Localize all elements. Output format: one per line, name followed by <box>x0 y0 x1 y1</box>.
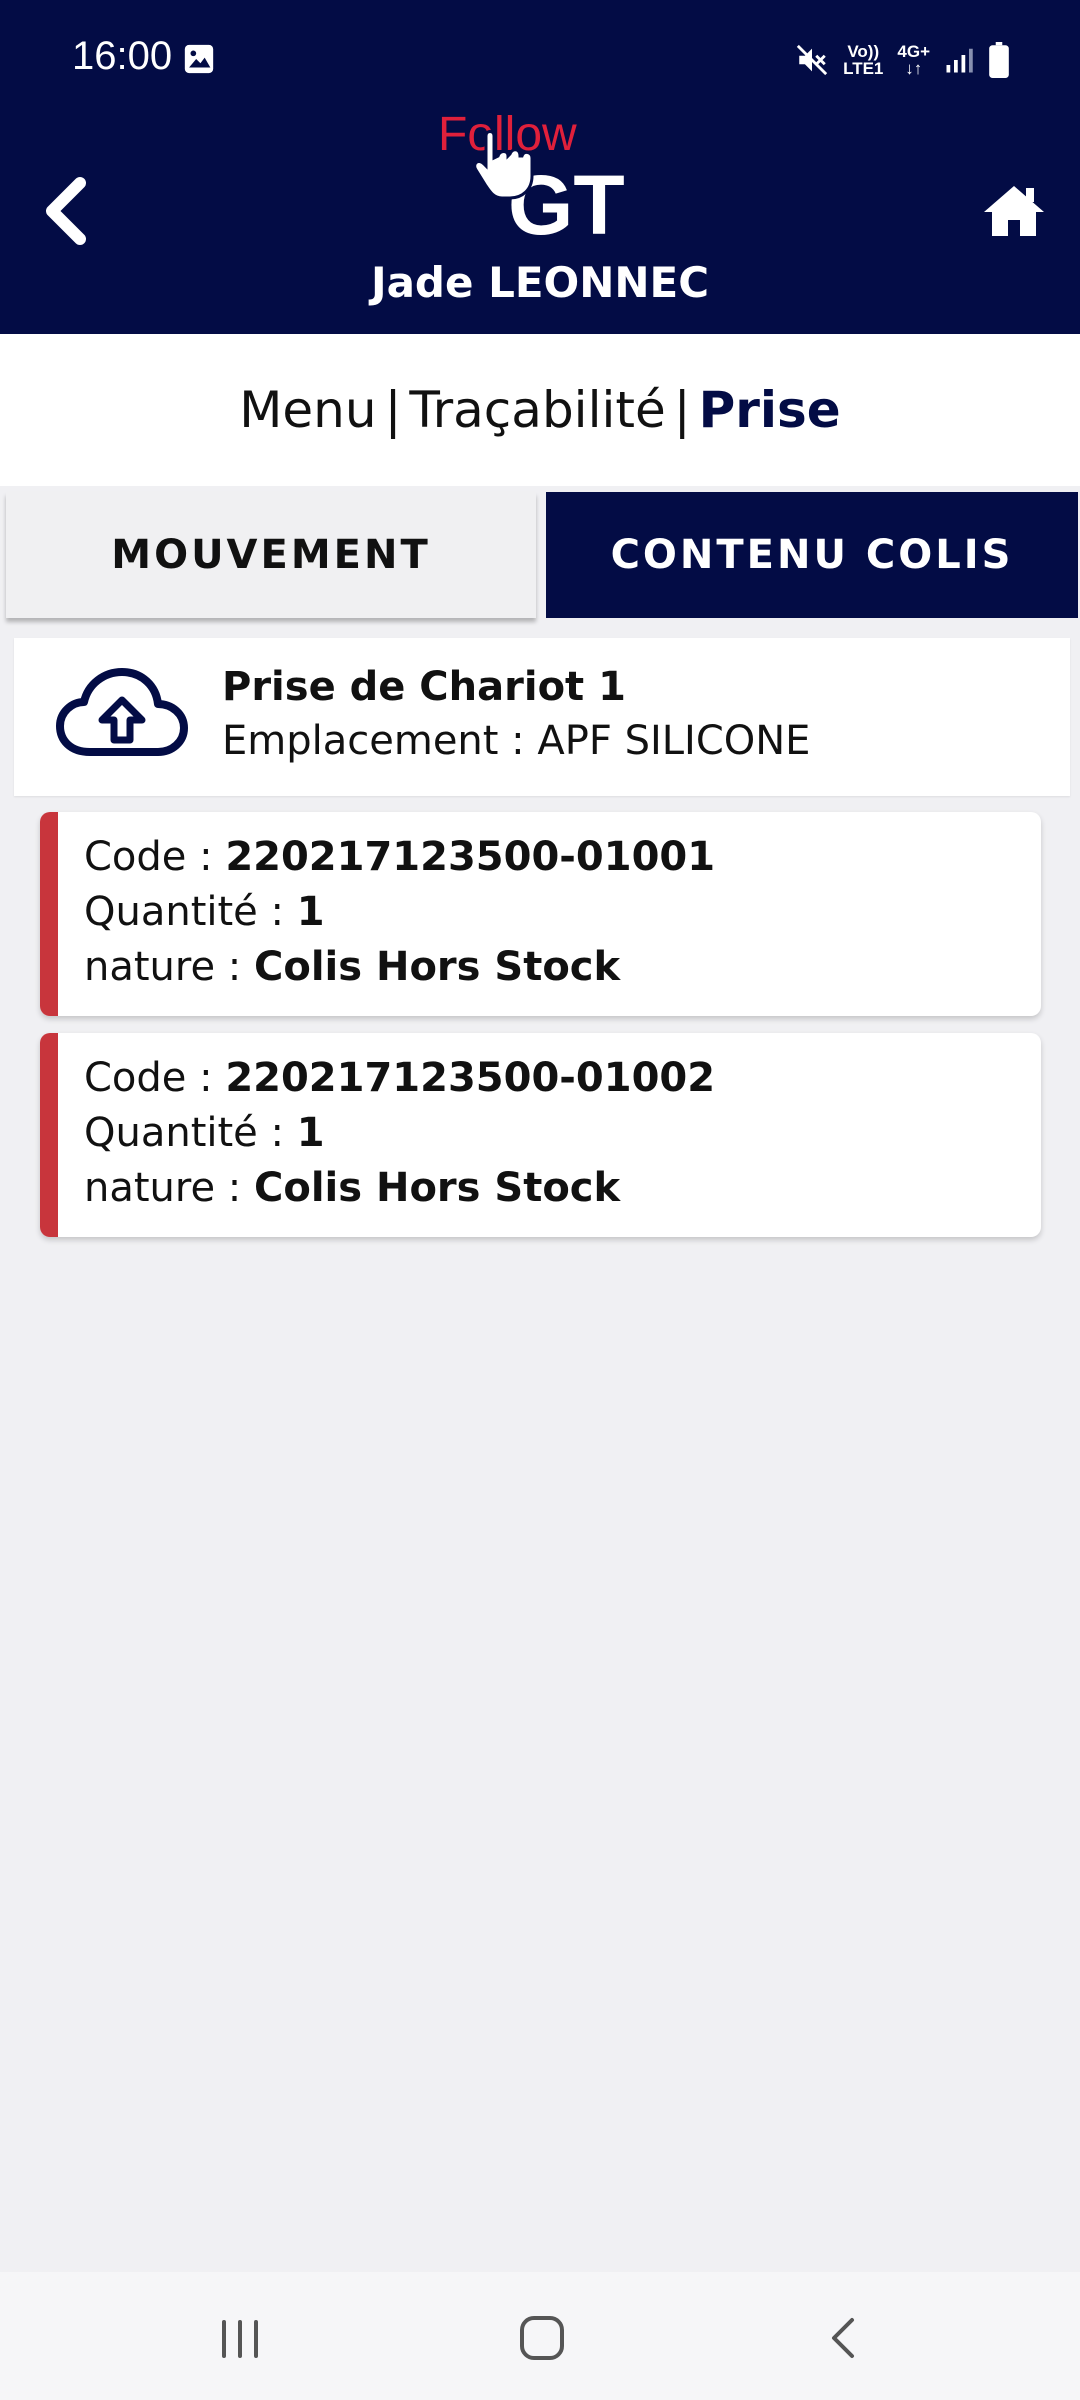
card-accent-bar <box>40 1033 58 1237</box>
code-line: Code : 220217123500-01002 <box>84 1055 715 1101</box>
nature-value: Colis Hors Stock <box>253 1165 621 1211</box>
tab-bar: MOUVEMENT CONTENU COLIS <box>6 492 1078 618</box>
card-accent-bar <box>40 812 58 1016</box>
data-arrows-icon: ↓↑ <box>905 59 923 78</box>
prise-title: Prise de Chariot 1 <box>222 664 626 710</box>
breadcrumb-menu[interactable]: Menu <box>239 381 376 439</box>
network-volte: Vo)) LTE1 <box>843 43 883 77</box>
back-icon[interactable] <box>804 2300 884 2376</box>
quantity-label: Quantité : <box>84 1110 297 1156</box>
network-bottom-label: LTE1 <box>843 59 884 78</box>
quantity-line: Quantité : 1 <box>84 1110 325 1156</box>
breadcrumb-separator: | <box>384 381 402 439</box>
network-top-label: Vo)) <box>847 42 880 61</box>
user-name: Jade LEONNEC <box>370 258 710 307</box>
breadcrumb-current: Prise <box>698 381 841 439</box>
cloud-upload-icon <box>56 668 188 756</box>
image-icon <box>184 44 214 74</box>
tab-contenu-colis[interactable]: CONTENU COLIS <box>546 492 1078 618</box>
quantity-value: 1 <box>296 1110 325 1156</box>
nature-value: Colis Hors Stock <box>253 944 621 990</box>
home-circle-icon[interactable] <box>502 2300 582 2376</box>
quantity-line: Quantité : 1 <box>84 889 325 935</box>
status-icons: Vo)) LTE1 4G+ ↓↑ <box>795 40 1010 80</box>
breadcrumb-tracabilite[interactable]: Traçabilité <box>409 381 665 439</box>
quantity-label: Quantité : <box>84 889 297 935</box>
colis-card[interactable]: Code : 220217123500-01001 Quantité : 1 n… <box>40 812 1041 1016</box>
network-type: 4G+ ↓↑ <box>897 43 930 77</box>
recent-apps-icon[interactable] <box>200 2300 280 2376</box>
system-nav-bar <box>0 2272 1080 2400</box>
nature-line: nature : Colis Hors Stock <box>84 944 620 990</box>
network-type-label: 4G+ <box>897 42 930 61</box>
follow-gt-logo: Follow GT <box>438 108 625 246</box>
colis-card[interactable]: Code : 220217123500-01002 Quantité : 1 n… <box>40 1033 1041 1237</box>
app-header: 16:00 Vo)) LTE1 4G+ ↓↑ Follow GT Jade LE… <box>0 0 1080 334</box>
back-button[interactable] <box>36 175 92 247</box>
prise-info-card: Prise de Chariot 1 Emplacement : APF SIL… <box>14 638 1070 796</box>
tab-mouvement[interactable]: MOUVEMENT <box>6 492 536 618</box>
nature-label: nature : <box>84 1165 254 1211</box>
nature-line: nature : Colis Hors Stock <box>84 1165 620 1211</box>
signal-icon <box>946 48 973 73</box>
prise-location: Emplacement : APF SILICONE <box>222 718 811 764</box>
code-label: Code : <box>84 834 226 880</box>
code-label: Code : <box>84 1055 226 1101</box>
battery-icon <box>989 42 1009 78</box>
breadcrumb: Menu | Traçabilité | Prise <box>0 334 1080 486</box>
mute-icon <box>796 44 828 76</box>
quantity-value: 1 <box>296 889 325 935</box>
nature-label: nature : <box>84 944 254 990</box>
code-value: 220217123500-01001 <box>225 834 716 880</box>
status-time: 16:00 <box>72 34 173 78</box>
code-value: 220217123500-01002 <box>225 1055 716 1101</box>
home-button[interactable] <box>982 182 1046 238</box>
code-line: Code : 220217123500-01001 <box>84 834 715 880</box>
breadcrumb-separator: | <box>673 381 691 439</box>
